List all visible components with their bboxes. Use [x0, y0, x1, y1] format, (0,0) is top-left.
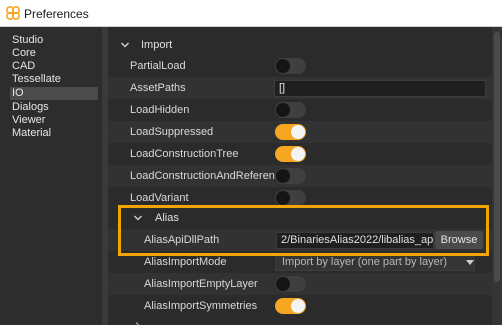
loadconstructionandreference-toggle[interactable]	[275, 168, 306, 184]
setting-label: LoadVariant	[130, 192, 189, 204]
alias-section-title: Alias	[155, 212, 179, 224]
loadvariant-toggle[interactable]	[275, 190, 306, 206]
setting-row-loadvariant: LoadVariant	[108, 187, 492, 209]
window-title: Preferences	[24, 7, 89, 21]
setting-row-aliasimportsymmetries: AliasImportSymmetries	[108, 295, 492, 317]
toggle-knob	[291, 125, 305, 139]
toggle-knob	[276, 191, 290, 205]
alias-section-header[interactable]: Alias	[108, 207, 492, 229]
setting-label: LoadConstructionTree	[130, 148, 239, 160]
setting-row-loadsuppressed: LoadSuppressed	[108, 121, 492, 143]
sidebar-item-material[interactable]: Material	[10, 127, 98, 140]
setting-label: AssetPaths	[130, 82, 186, 94]
sidebar-item-core[interactable]: Core	[10, 47, 98, 60]
sidebar-item-io[interactable]: IO	[10, 87, 98, 100]
setting-row-assetpaths: AssetPaths []	[108, 77, 492, 99]
loadconstructiontree-toggle[interactable]	[275, 146, 306, 162]
toggle-knob	[276, 277, 290, 291]
partialload-toggle[interactable]	[275, 58, 306, 74]
sidebar-item-dialogs[interactable]: Dialogs	[10, 101, 98, 114]
browse-button[interactable]: Browse	[435, 231, 483, 249]
sidebar-item-tessellate[interactable]: Tessellate	[10, 73, 98, 86]
setting-label: AliasImportEmptyLayer	[144, 278, 258, 290]
chevron-down-icon[interactable]	[466, 260, 474, 266]
setting-label: PartialLoad	[130, 60, 186, 72]
setting-row-aliasapidllpath: AliasApiDllPath 2/BinariesAlias2022/liba…	[108, 229, 492, 251]
toggle-knob	[291, 147, 305, 161]
aliasimportemptylayer-toggle[interactable]	[275, 276, 306, 292]
aliasapidllpath-field[interactable]: 2/BinariesAlias2022/libalias_api.dll	[276, 232, 434, 249]
chevron-down-icon	[121, 42, 129, 48]
aliasimportsymmetries-toggle[interactable]	[275, 298, 306, 314]
toggle-knob	[276, 59, 290, 73]
setting-row-loadhidden: LoadHidden	[108, 99, 492, 121]
aliasimportmode-select[interactable]: Import by layer (one part by layer)	[275, 254, 475, 271]
sidebar-item-viewer[interactable]: Viewer	[10, 114, 98, 127]
sidebar-item-cad[interactable]: CAD	[10, 60, 98, 73]
import-section-header[interactable]: Import	[108, 34, 492, 56]
setting-row-loadconstructiontree: LoadConstructionTree	[108, 143, 492, 165]
setting-row-loadconstructionandreference: LoadConstructionAndReference	[108, 165, 492, 187]
chevron-down-icon	[134, 215, 142, 221]
title-bar: Preferences	[0, 0, 502, 27]
sidebar-item-studio[interactable]: Studio	[10, 34, 98, 47]
scrollbar-thumb[interactable]	[494, 32, 500, 282]
settings-panel: Import PartialLoad AssetPaths [] LoadHid…	[108, 27, 492, 325]
setting-row-aliasimportmode: AliasImportMode Import by layer (one par…	[108, 251, 492, 273]
setting-label: AliasApiDllPath	[144, 234, 220, 246]
toggle-knob	[276, 103, 290, 117]
setting-label: AliasImportSymmetries	[144, 300, 258, 312]
setting-label: LoadHidden	[130, 104, 190, 116]
loadsuppressed-toggle[interactable]	[275, 124, 306, 140]
app-logo-icon	[5, 5, 21, 21]
toggle-knob	[276, 169, 290, 183]
setting-label: AliasImportMode	[144, 256, 227, 268]
loadhidden-toggle[interactable]	[275, 102, 306, 118]
chevron-right-icon[interactable]	[133, 321, 143, 325]
setting-label: LoadConstructionAndReference	[130, 170, 287, 182]
assetpaths-field[interactable]: []	[274, 80, 486, 97]
setting-label: LoadSuppressed	[130, 126, 214, 138]
toggle-knob	[291, 299, 305, 313]
category-sidebar: Studio Core CAD Tessellate IO Dialogs Vi…	[0, 27, 102, 325]
setting-row-partialload: PartialLoad	[108, 55, 492, 77]
setting-row-aliasimportemptylayer: AliasImportEmptyLayer	[108, 273, 492, 295]
import-section-title: Import	[141, 39, 173, 51]
